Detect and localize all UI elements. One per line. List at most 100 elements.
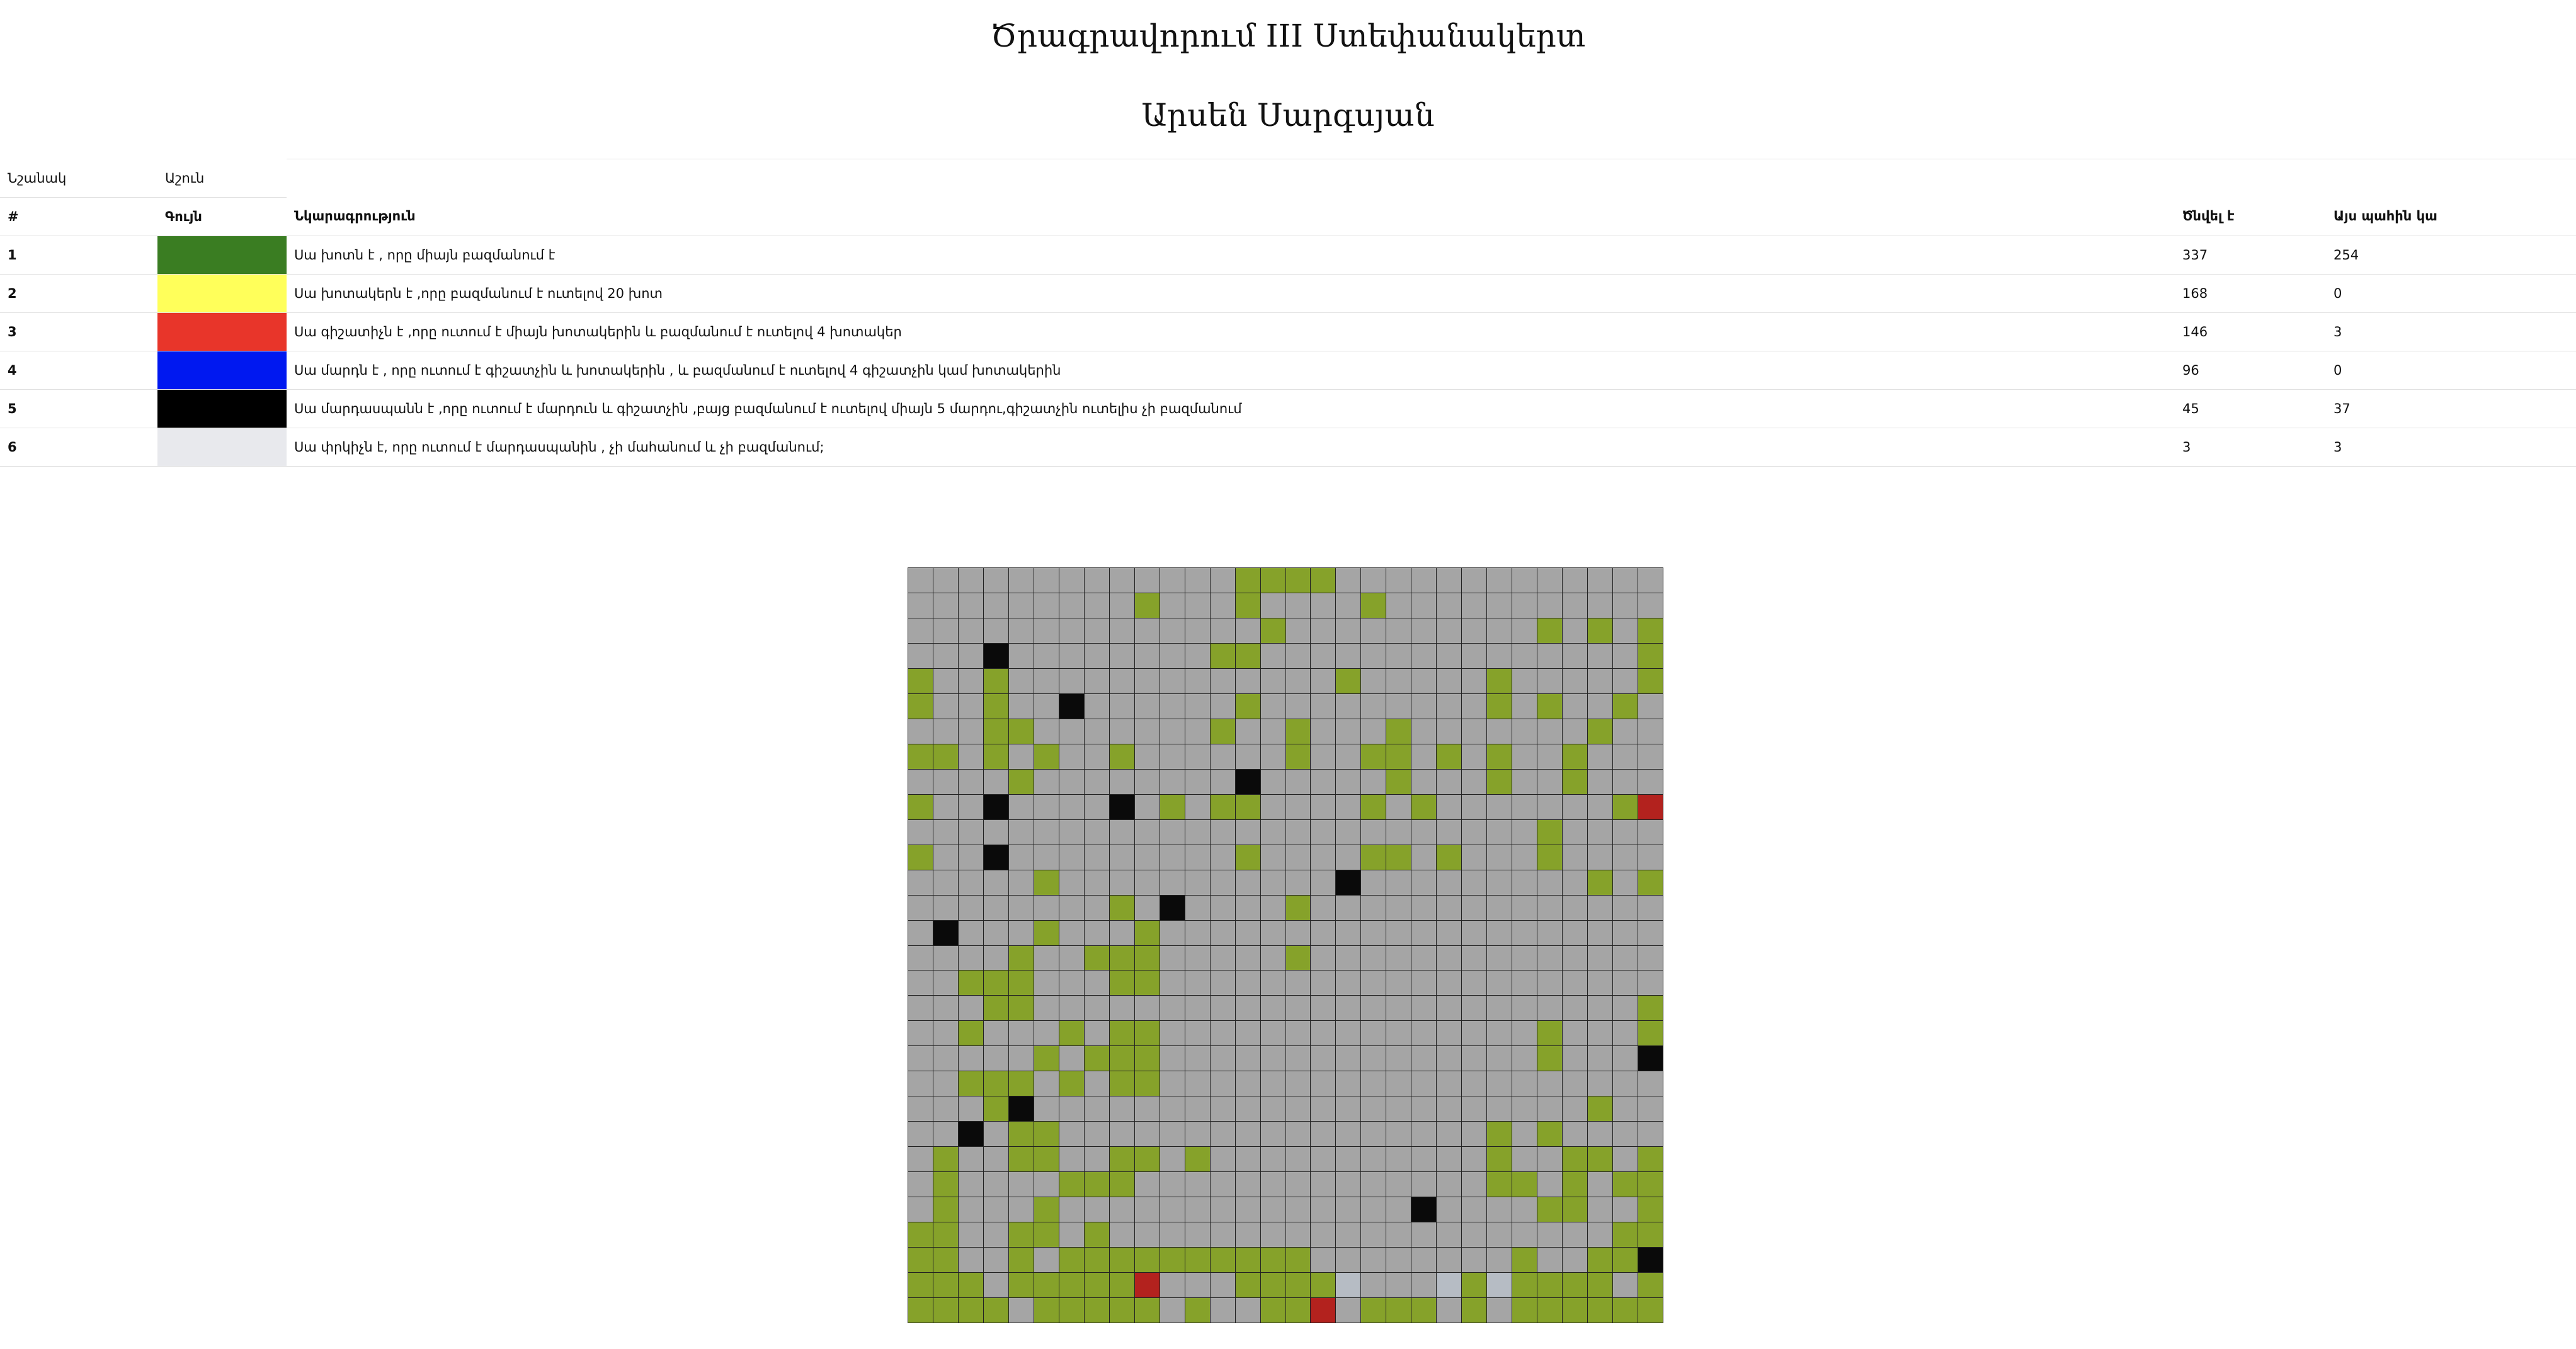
grass-cell	[1008, 769, 1034, 794]
empty-cell	[958, 769, 983, 794]
grass-cell	[1563, 1197, 1588, 1222]
grass-cell	[1008, 970, 1034, 996]
empty-cell	[1437, 643, 1462, 668]
empty-cell	[1411, 895, 1437, 920]
empty-cell	[1210, 1096, 1235, 1122]
empty-cell	[1613, 895, 1638, 920]
empty-cell	[1512, 1021, 1537, 1046]
empty-cell	[1487, 794, 1512, 819]
empty-cell	[1588, 1071, 1613, 1096]
empty-cell	[1411, 744, 1437, 769]
empty-cell	[1084, 618, 1109, 643]
table-row: 4 Սա մարդն է , որը ուտում է գիշատչին և խ…	[0, 351, 2576, 390]
empty-cell	[1210, 1197, 1235, 1222]
empty-cell	[1059, 1096, 1084, 1122]
empty-cell	[1563, 1096, 1588, 1122]
row-description: Սա մարդասպանն է ,որը ուտում է մարդուն և …	[287, 389, 2175, 428]
empty-cell	[1235, 996, 1260, 1021]
empty-cell	[1336, 769, 1361, 794]
empty-cell	[1361, 668, 1386, 693]
grass-cell	[1588, 1248, 1613, 1273]
empty-cell	[958, 1197, 983, 1222]
empty-cell	[1084, 719, 1109, 744]
empty-cell	[1411, 593, 1437, 618]
empty-cell	[1160, 769, 1185, 794]
empty-cell	[1210, 744, 1235, 769]
empty-cell	[958, 568, 983, 593]
empty-cell	[1059, 945, 1084, 970]
empty-cell	[1437, 568, 1462, 593]
grass-cell	[1285, 945, 1311, 970]
col-header-current: Այս պահին կա	[2326, 197, 2576, 236]
empty-cell	[1512, 845, 1537, 870]
empty-cell	[1512, 970, 1537, 996]
empty-cell	[1109, 593, 1134, 618]
empty-cell	[1008, 920, 1034, 945]
empty-cell	[1638, 769, 1663, 794]
empty-cell	[983, 819, 1008, 845]
empty-cell	[1487, 870, 1512, 895]
empty-cell	[958, 1172, 983, 1197]
empty-cell	[1638, 1096, 1663, 1122]
empty-cell	[1109, 1096, 1134, 1122]
row-current: 254	[2326, 236, 2576, 275]
empty-cell	[1462, 719, 1487, 744]
empty-cell	[1260, 1147, 1285, 1172]
empty-cell	[1059, 1046, 1084, 1071]
empty-cell	[1084, 744, 1109, 769]
empty-cell	[1437, 668, 1462, 693]
empty-cell	[1185, 970, 1210, 996]
empty-cell	[1411, 693, 1437, 719]
grass-cell	[1109, 895, 1134, 920]
empty-cell	[1185, 895, 1210, 920]
grass-cell	[1260, 618, 1285, 643]
empty-cell	[1361, 1122, 1386, 1147]
empty-cell	[1361, 1021, 1386, 1046]
grass-cell	[1109, 1298, 1134, 1323]
grass-cell	[1311, 1273, 1336, 1298]
empty-cell	[1059, 970, 1084, 996]
empty-cell	[1160, 1021, 1185, 1046]
grass-cell	[1588, 1298, 1613, 1323]
grass-cell	[1084, 945, 1109, 970]
col-header-color: Գույն	[157, 197, 287, 236]
grass-cell	[1588, 1273, 1613, 1298]
empty-cell	[1361, 693, 1386, 719]
grass-cell	[1260, 1298, 1285, 1323]
empty-cell	[933, 794, 958, 819]
empty-cell	[958, 819, 983, 845]
grass-cell	[958, 1071, 983, 1096]
empty-cell	[1311, 668, 1336, 693]
color-swatch	[157, 351, 287, 390]
empty-cell	[1185, 593, 1210, 618]
empty-cell	[1638, 593, 1663, 618]
empty-cell	[1462, 1147, 1487, 1172]
empty-cell	[1160, 945, 1185, 970]
empty-cell	[1084, 845, 1109, 870]
empty-cell	[1613, 1046, 1638, 1071]
empty-cell	[1008, 1172, 1034, 1197]
grass-cell	[1613, 1172, 1638, 1197]
empty-cell	[1336, 794, 1361, 819]
color-swatch	[157, 236, 287, 275]
table-header-row: # Գույն Նկարագրություն Ծնվել է Այս պահին…	[0, 197, 2576, 236]
empty-cell	[1235, 920, 1260, 945]
empty-cell	[1008, 895, 1034, 920]
empty-cell	[1160, 1298, 1185, 1323]
empty-cell	[908, 870, 933, 895]
empty-cell	[1437, 1248, 1462, 1273]
empty-cell	[1084, 643, 1109, 668]
empty-cell	[1134, 1197, 1160, 1222]
empty-cell	[1462, 945, 1487, 970]
grass-cell	[1185, 1298, 1210, 1323]
col-header-description: Նկարագրություն	[287, 197, 2175, 236]
grass-cell	[1386, 1298, 1411, 1323]
empty-cell	[1336, 618, 1361, 643]
empty-cell	[1386, 643, 1411, 668]
empty-cell	[1034, 945, 1059, 970]
empty-cell	[1411, 1096, 1437, 1122]
empty-cell	[1462, 769, 1487, 794]
empty-cell	[1034, 719, 1059, 744]
grass-cell	[1285, 895, 1311, 920]
grass-cell	[1008, 1222, 1034, 1248]
